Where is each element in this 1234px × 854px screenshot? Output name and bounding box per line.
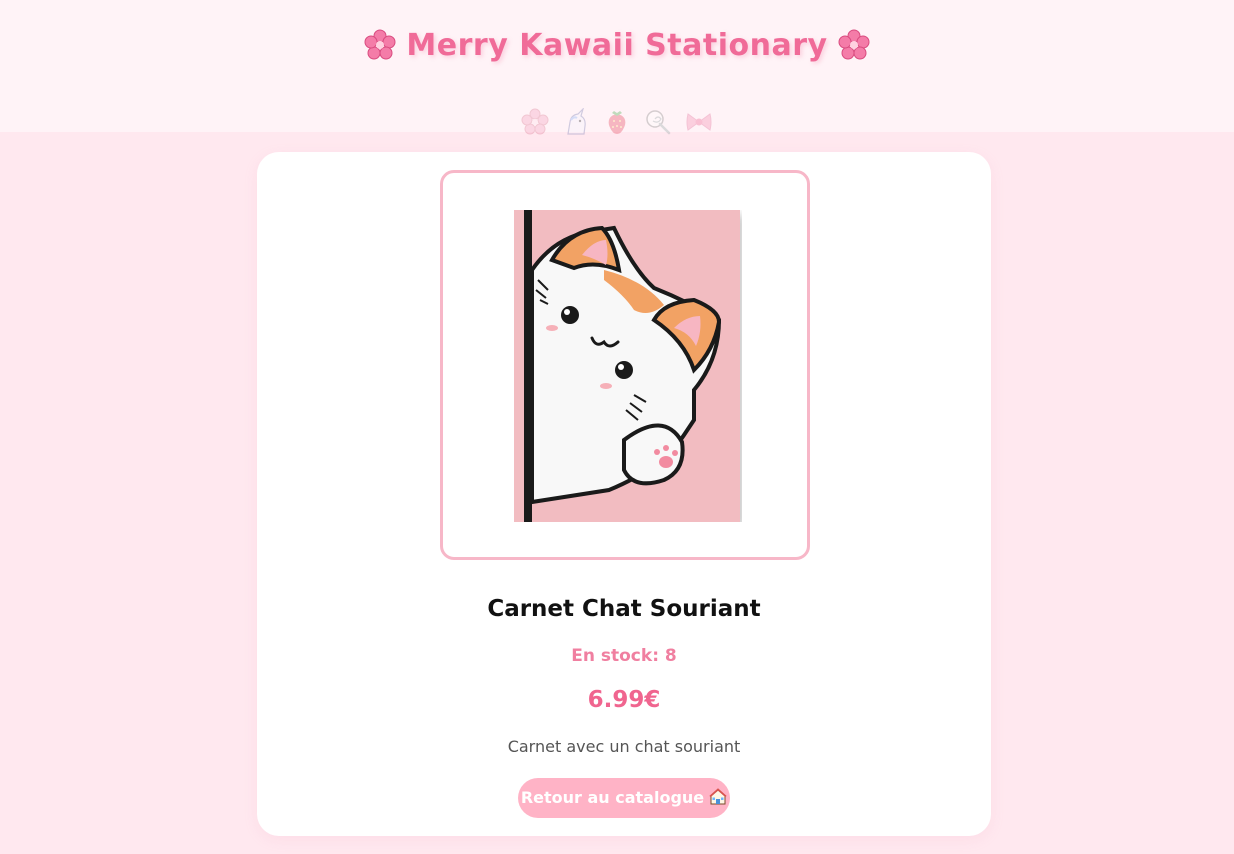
unicorn-icon xyxy=(567,108,586,135)
cherry-blossom-icon xyxy=(521,108,549,135)
lollipop-icon xyxy=(646,110,671,135)
site-header: Merry Kawaii Stationary xyxy=(0,0,1234,135)
product-name: Carnet Chat Souriant xyxy=(487,596,761,622)
product-image-frame xyxy=(440,170,810,560)
product-price: 6.99€ xyxy=(587,687,661,713)
strawberry-icon xyxy=(608,111,626,134)
decoration-row xyxy=(0,108,1234,136)
product-card: Carnet Chat Souriant En stock: 8 6.99€ C… xyxy=(257,152,991,836)
cherry-blossom-icon xyxy=(838,29,870,60)
product-image xyxy=(514,210,740,522)
site-title-text: Merry Kawaii Stationary xyxy=(406,28,828,63)
house-icon xyxy=(709,788,727,805)
site-title[interactable]: Merry Kawaii Stationary xyxy=(0,28,1234,63)
back-button-label: Retour au catalogue xyxy=(520,788,705,807)
cherry-blossom-icon xyxy=(364,29,396,60)
ribbon-icon xyxy=(686,113,712,131)
stock-status: En stock: 8 xyxy=(571,646,677,666)
product-description: Carnet avec un chat souriant xyxy=(507,737,741,756)
back-to-catalog-button[interactable]: Retour au catalogue xyxy=(518,778,730,818)
